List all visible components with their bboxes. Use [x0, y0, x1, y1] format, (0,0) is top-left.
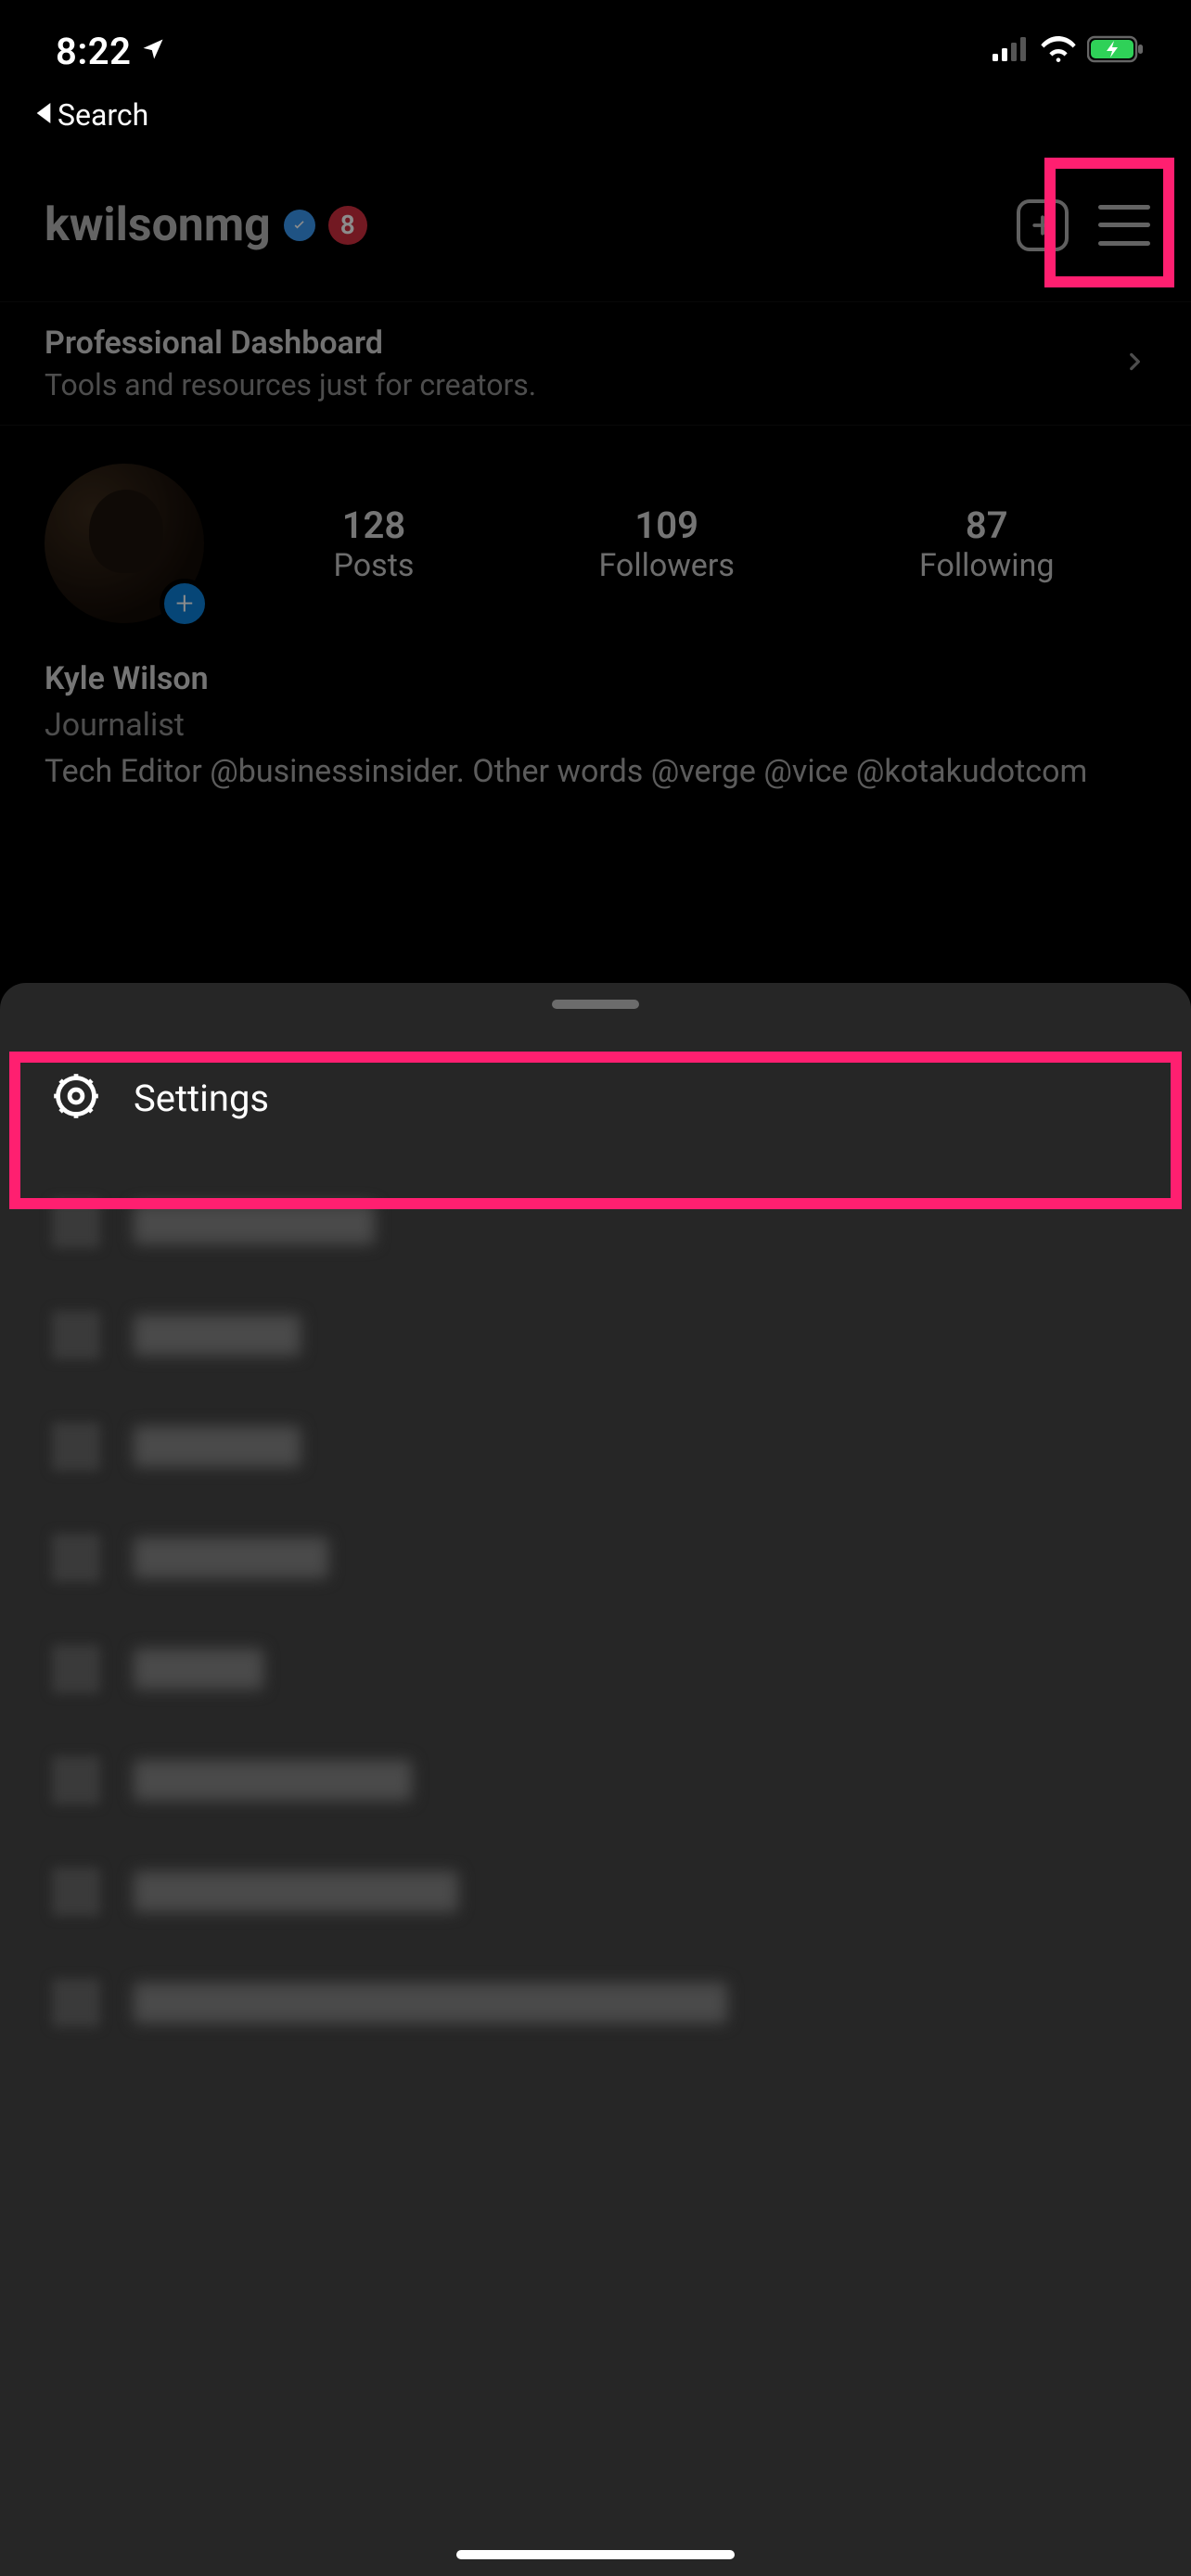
chevron-right-icon — [1122, 343, 1146, 384]
blurred-label — [134, 1649, 263, 1690]
cellular-signal-icon — [992, 37, 1030, 65]
menu-item-blurred[interactable] — [0, 1502, 1191, 1613]
blurred-label — [134, 1760, 412, 1801]
blurred-label — [134, 1426, 301, 1467]
highlight-settings-row — [9, 1052, 1182, 1209]
followers-stat[interactable]: 109 Followers — [598, 504, 734, 584]
profile-stats-row: + 128 Posts 109 Followers 87 Following — [0, 464, 1191, 623]
dashboard-title: Professional Dashboard — [45, 325, 536, 362]
battery-charging-icon — [1087, 35, 1145, 67]
blurred-label — [134, 1983, 727, 2023]
menu-item-blurred[interactable] — [0, 1836, 1191, 1947]
blurred-label — [134, 1871, 458, 1912]
home-indicator[interactable] — [456, 2550, 735, 2559]
posts-stat[interactable]: 128 Posts — [334, 504, 415, 584]
username-switcher[interactable]: kwilsonmg 8 — [45, 198, 367, 252]
highlight-menu-button — [1044, 158, 1174, 287]
professional-dashboard-row[interactable]: Professional Dashboard Tools and resourc… — [0, 301, 1191, 426]
menu-item-blurred[interactable] — [0, 1391, 1191, 1502]
location-arrow-icon — [140, 36, 166, 66]
dashboard-subtitle: Tools and resources just for creators. — [45, 367, 536, 402]
blurred-icon — [52, 1422, 100, 1471]
bio-category: Journalist — [45, 705, 1146, 747]
blurred-label — [134, 1537, 328, 1578]
menu-item-blurred[interactable] — [0, 1280, 1191, 1391]
status-bar: 8:22 — [0, 0, 1191, 102]
add-story-button[interactable]: + — [160, 579, 210, 629]
blurred-icon — [52, 1534, 100, 1582]
back-to-search[interactable]: Search — [35, 97, 148, 133]
menu-item-blurred[interactable] — [0, 1725, 1191, 1836]
back-chevron-icon — [35, 103, 52, 127]
sheet-grabber[interactable] — [552, 1000, 639, 1009]
menu-item-blurred[interactable] — [0, 1947, 1191, 2059]
profile-bio: Kyle Wilson Journalist Tech Editor @busi… — [45, 658, 1146, 794]
menu-sheet: Settings — [0, 983, 1191, 2576]
blurred-icon — [52, 1311, 100, 1359]
menu-item-blurred[interactable] — [0, 1613, 1191, 1725]
notification-count-badge: 8 — [328, 206, 367, 245]
following-stat[interactable]: 87 Following — [919, 504, 1054, 584]
verified-badge-icon — [284, 210, 315, 241]
blurred-label — [134, 1204, 375, 1244]
bio-text: Tech Editor @businessinsider. Other word… — [45, 751, 1146, 794]
blurred-icon — [52, 1645, 100, 1693]
blurred-icon — [52, 1979, 100, 2027]
avatar[interactable]: + — [45, 464, 204, 623]
status-time: 8:22 — [56, 30, 131, 73]
bio-name: Kyle Wilson — [45, 658, 1146, 701]
wifi-icon — [1041, 36, 1076, 66]
profile-header: kwilsonmg 8 — [0, 172, 1191, 278]
blurred-icon — [52, 1756, 100, 1804]
username-text: kwilsonmg — [45, 198, 271, 252]
blurred-icon — [52, 1868, 100, 1916]
blurred-label — [134, 1315, 301, 1356]
